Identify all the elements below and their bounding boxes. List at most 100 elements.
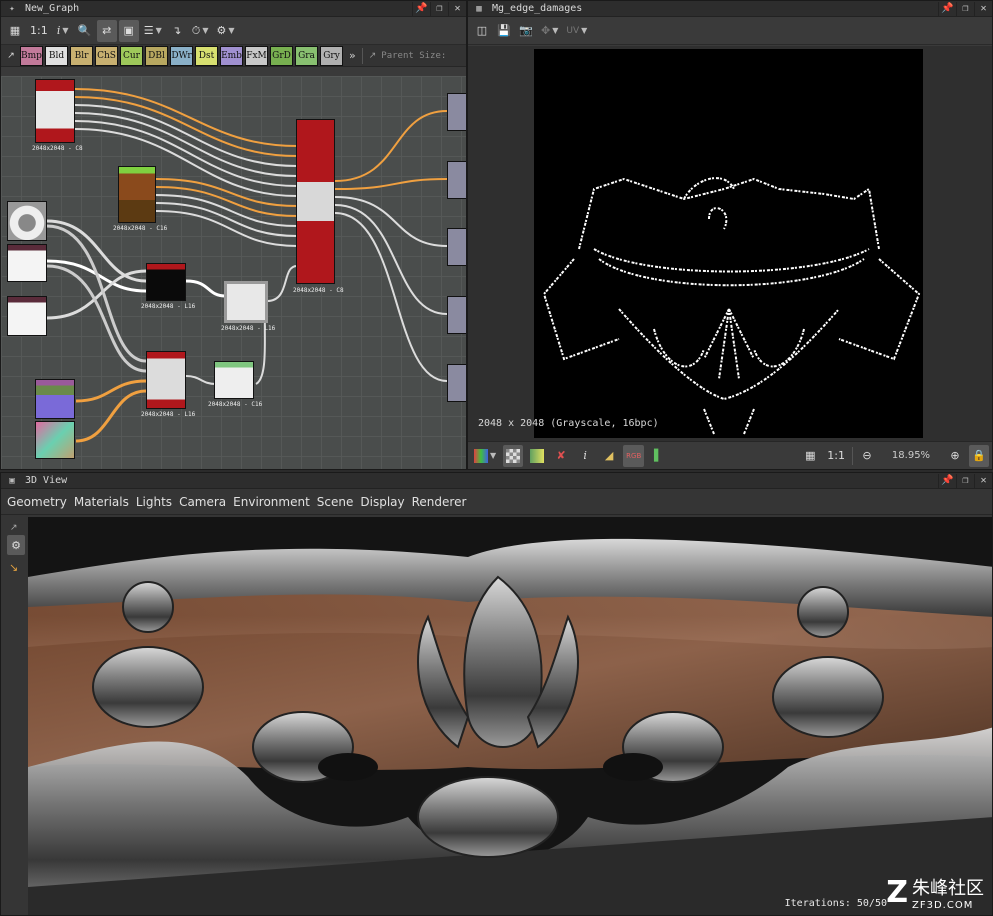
graph-node-input-b[interactable] [7, 244, 47, 282]
histogram-icon[interactable]: ◢ [599, 445, 619, 467]
menu-environment[interactable]: Environment [233, 495, 310, 509]
graph-node-2[interactable] [118, 166, 156, 223]
graph-node-blend-main[interactable] [296, 119, 335, 284]
graph-node-input-a[interactable] [7, 201, 47, 241]
menu-renderer[interactable]: Renderer [412, 495, 467, 509]
node-1-label: 2048x2048 - C8 [32, 145, 83, 152]
menu-display[interactable]: Display [360, 495, 404, 509]
timer-icon[interactable]: ⏱ ▼ [189, 20, 212, 42]
pin-icon[interactable]: 📌 [938, 1, 956, 16]
menu-lights[interactable]: Lights [136, 495, 172, 509]
graph-output-2[interactable] [447, 161, 466, 199]
frame-icon[interactable]: ▣ [118, 19, 139, 42]
save-icon[interactable]: 💾 [494, 20, 514, 42]
viewer-titlebar: ▦ Mg_edge_damages 📌 ❐ ✕ [468, 1, 992, 17]
camera-mode-icon[interactable]: ⚙ [7, 535, 25, 555]
menu-camera[interactable]: Camera [179, 495, 226, 509]
graph-node-gradient[interactable] [35, 421, 75, 459]
library-chip-dbl[interactable]: DBl [145, 45, 168, 66]
graph-node-3[interactable] [146, 351, 186, 409]
node-7-label: 2048x2048 - C16 [208, 401, 263, 408]
light-tool-icon[interactable]: ↘ [9, 561, 18, 574]
info-button[interactable]: i ▼ [53, 20, 73, 42]
pin-icon[interactable]: 📌 [938, 473, 956, 488]
menu-materials[interactable]: Materials [74, 495, 129, 509]
fit-view-icon[interactable]: ▦ [800, 445, 820, 467]
graph-output-3[interactable] [447, 228, 466, 266]
library-chip-gry[interactable]: Gry [320, 45, 343, 66]
graph-node-selected[interactable] [224, 281, 268, 323]
gradient-icon[interactable] [527, 445, 547, 467]
texture-image [534, 49, 923, 438]
cube-icon: ▣ [9, 475, 15, 486]
tiling-icon[interactable]: ✥ ▼ [538, 20, 561, 42]
fit-view-icon[interactable]: ▦ [5, 20, 25, 42]
library-chip-blr[interactable]: Blr [70, 45, 93, 66]
link-mode-icon[interactable]: ⇄ [96, 19, 117, 42]
library-chip-cur[interactable]: Cur [120, 45, 143, 66]
library-chip-dwr[interactable]: DWr [170, 45, 193, 66]
graph-node-input-c[interactable] [7, 296, 47, 336]
library-chip-chs[interactable]: ChS [95, 45, 118, 66]
open-icon[interactable]: ↗ [10, 523, 18, 533]
close-icon[interactable]: ✕ [974, 1, 992, 16]
parent-size-icon: ↗ [368, 50, 377, 61]
lock-icon[interactable]: 🔒 [969, 444, 989, 467]
zoom-ratio-button[interactable]: 1:1 [27, 20, 51, 42]
more-button[interactable]: » [349, 49, 356, 62]
info-icon[interactable]: i [575, 445, 595, 467]
library-chip-bmp[interactable]: Bmp [20, 45, 43, 66]
viewer-title: Mg_edge_damages [492, 3, 583, 14]
align-icon[interactable]: ☰ ▼ [141, 20, 165, 42]
node-2-label: 2048x2048 - C16 [113, 225, 168, 232]
graph-node-5[interactable] [146, 263, 186, 301]
library-chip-emb[interactable]: Emb [220, 45, 243, 66]
library-chip-grd[interactable]: GrD [270, 45, 293, 66]
graph-node-normal[interactable] [35, 379, 75, 419]
library-chip-bld[interactable]: Bld [45, 45, 68, 66]
close-icon[interactable]: ✕ [448, 1, 466, 16]
graph-node-7[interactable] [214, 361, 254, 399]
restore-icon[interactable]: ❐ [956, 473, 974, 488]
graph-output-5[interactable] [447, 364, 466, 402]
zoom-out-icon[interactable]: ⊖ [857, 445, 877, 467]
search-icon[interactable]: 🔍 [75, 20, 95, 42]
open-icon[interactable]: ↗ [4, 47, 18, 65]
zoom-percent-field[interactable]: 18.95% [881, 450, 941, 461]
library-chip-gra[interactable]: Gra [295, 45, 318, 66]
library-chip-dst[interactable]: Dst [195, 45, 218, 66]
texture-viewport[interactable]: 2048 x 2048 (Grayscale, 16bpc) [468, 46, 992, 441]
view3d-panel: ▣ 3D View 📌 ❐ ✕ Geometry Materials Light… [0, 472, 993, 916]
view3d-titlebar: ▣ 3D View 📌 ❐ ✕ [1, 473, 992, 489]
restore-icon[interactable]: ❐ [956, 1, 974, 16]
camera-icon[interactable]: 📷 [516, 20, 536, 42]
parent-size-label[interactable]: Parent Size: [381, 51, 446, 61]
settings-icon[interactable]: ⚙ ▼ [213, 20, 237, 42]
graph-output-1[interactable] [447, 93, 466, 131]
graph-output-4[interactable] [447, 296, 466, 334]
library-chip-fxm[interactable]: FxM [245, 45, 268, 66]
channel-mask-icon[interactable]: ✘ [551, 445, 571, 467]
zoom-in-icon[interactable]: ⊕ [945, 445, 965, 467]
checker-icon[interactable] [503, 444, 524, 467]
watermark-cn-text: 朱峰社区 [912, 878, 984, 899]
close-icon[interactable]: ✕ [974, 473, 992, 488]
connector-icon[interactable]: ↴ [167, 20, 187, 42]
menu-geometry[interactable]: Geometry [7, 495, 67, 509]
graph-toolbar: ▦ 1:1 i ▼ 🔍 ⇄ ▣ ☰ ▼ ↴ ⏱ ▼ ⚙ ▼ [1, 17, 466, 45]
node-5-label: 2048x2048 - L16 [141, 303, 196, 310]
graph-view-icon[interactable]: ◫ [472, 20, 492, 42]
menu-scene[interactable]: Scene [317, 495, 354, 509]
graph-node-1[interactable] [35, 79, 75, 143]
alpha-icon[interactable]: ▌ [648, 445, 668, 467]
pin-icon[interactable]: 📌 [412, 1, 430, 16]
view3d-render-viewport[interactable]: Iterations: 50/50 Z 朱峰社区 ZF3D.COM [28, 517, 992, 915]
rgb-toggle[interactable]: RGB [623, 444, 645, 467]
color-swatch-icon[interactable]: ▼ [471, 445, 499, 467]
view3d-title: 3D View [25, 475, 68, 486]
graph-titlebar: ✦ New_Graph 📌 ❐ ✕ [1, 1, 466, 17]
viewer-zoom-ratio[interactable]: 1:1 [824, 445, 848, 467]
restore-icon[interactable]: ❐ [430, 1, 448, 16]
node-graph-canvas[interactable]: 2048x2048 - C8 2048x2048 - C16 2048x2048… [1, 76, 466, 469]
uv-dropdown[interactable]: UV ▼ [563, 20, 590, 42]
